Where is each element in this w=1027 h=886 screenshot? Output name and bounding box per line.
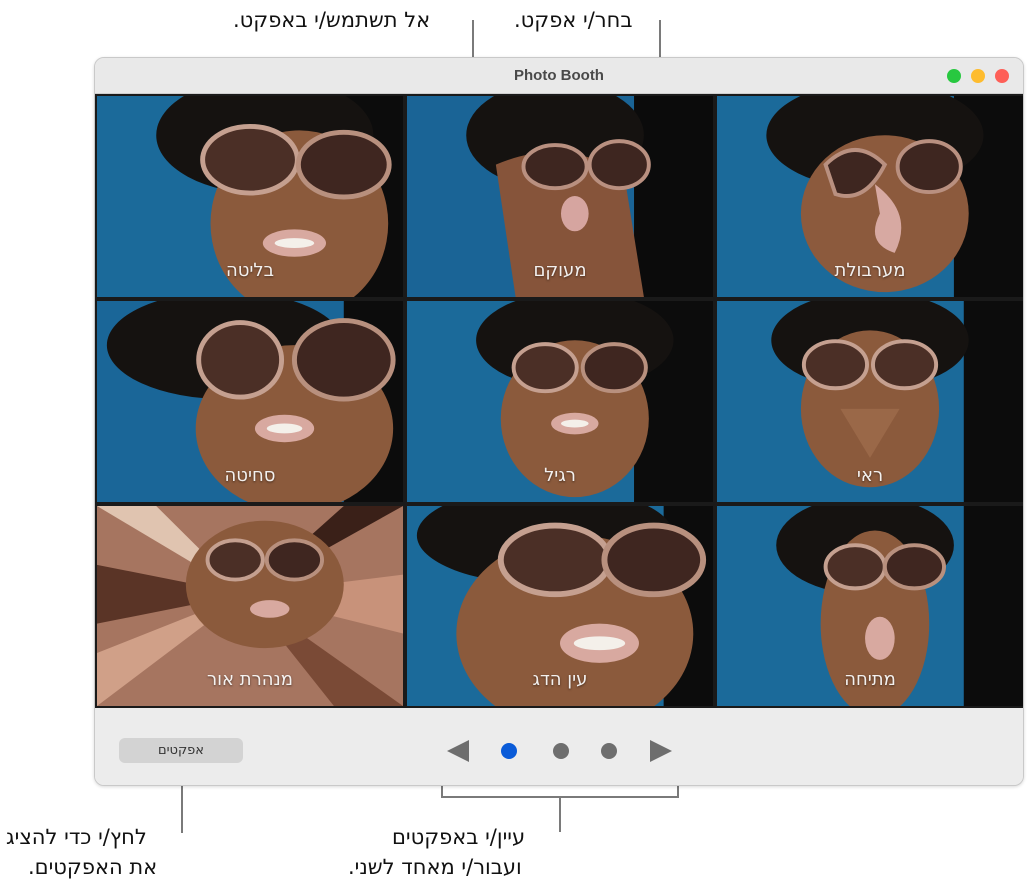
effects-grid: בליטה מעוקם מערבולת סחיטה רגיל ראי מנהרת… [95,94,1023,708]
window-title: Photo Booth [514,67,604,84]
next-page-icon[interactable] [650,740,672,762]
callout-choose-effect: בחר/י אפקט. [514,8,633,32]
effect-label: עין הדג [532,669,588,690]
close-button[interactable] [995,69,1009,83]
effect-label: מעוקם [533,260,587,281]
page-dot-3[interactable] [601,743,617,759]
callout-browse-leader [559,796,561,832]
effect-label: ראי [856,465,884,486]
effect-label: בליטה [225,260,275,281]
effects-button[interactable]: אפקטים [119,738,243,763]
effect-tile-stretch[interactable]: מתיחה [715,504,1023,708]
effect-label: מתיחה [844,669,896,690]
effect-tile-twirl[interactable]: מערבולת [715,94,1023,299]
effect-tile-dent[interactable]: מעוקם [405,94,715,299]
callout-no-effect: אל תשתמש/י באפקט. [233,8,431,32]
zoom-button[interactable] [947,69,961,83]
page-dot-2[interactable] [553,743,569,759]
effect-label: רגיל [544,465,576,486]
minimize-button[interactable] [971,69,985,83]
previous-page-icon[interactable] [447,740,469,762]
callout-click-line2: את האפקטים. [28,855,158,879]
title-bar: Photo Booth [95,58,1023,94]
effect-label: מערבולת [834,260,906,281]
effect-tile-fisheye[interactable]: עין הדג [405,504,715,708]
effect-tile-light-tunnel[interactable]: מנהרת אור [95,504,405,708]
effect-tile-mirror[interactable]: ראי [715,299,1023,504]
effect-tile-normal[interactable]: רגיל [405,299,715,504]
callout-browse-line1: עיין/י באפקטים [392,825,526,849]
effect-tile-squeeze[interactable]: סחיטה [95,299,405,504]
callout-browse-line2: ועבור/י מאחד לשני. [348,855,522,879]
callout-click-line1: לחץ/י כדי להציג [6,825,147,849]
bottom-toolbar: אפקטים [95,708,1023,785]
effect-tile-bulge[interactable]: בליטה [95,94,405,299]
effect-label: מנהרת אור [206,669,293,690]
page-dot-1[interactable] [501,743,517,759]
photo-booth-window: Photo Booth בליטה מעוקם מערבולת סחיטה רג… [94,57,1024,786]
effect-label: סחיטה [224,465,276,486]
